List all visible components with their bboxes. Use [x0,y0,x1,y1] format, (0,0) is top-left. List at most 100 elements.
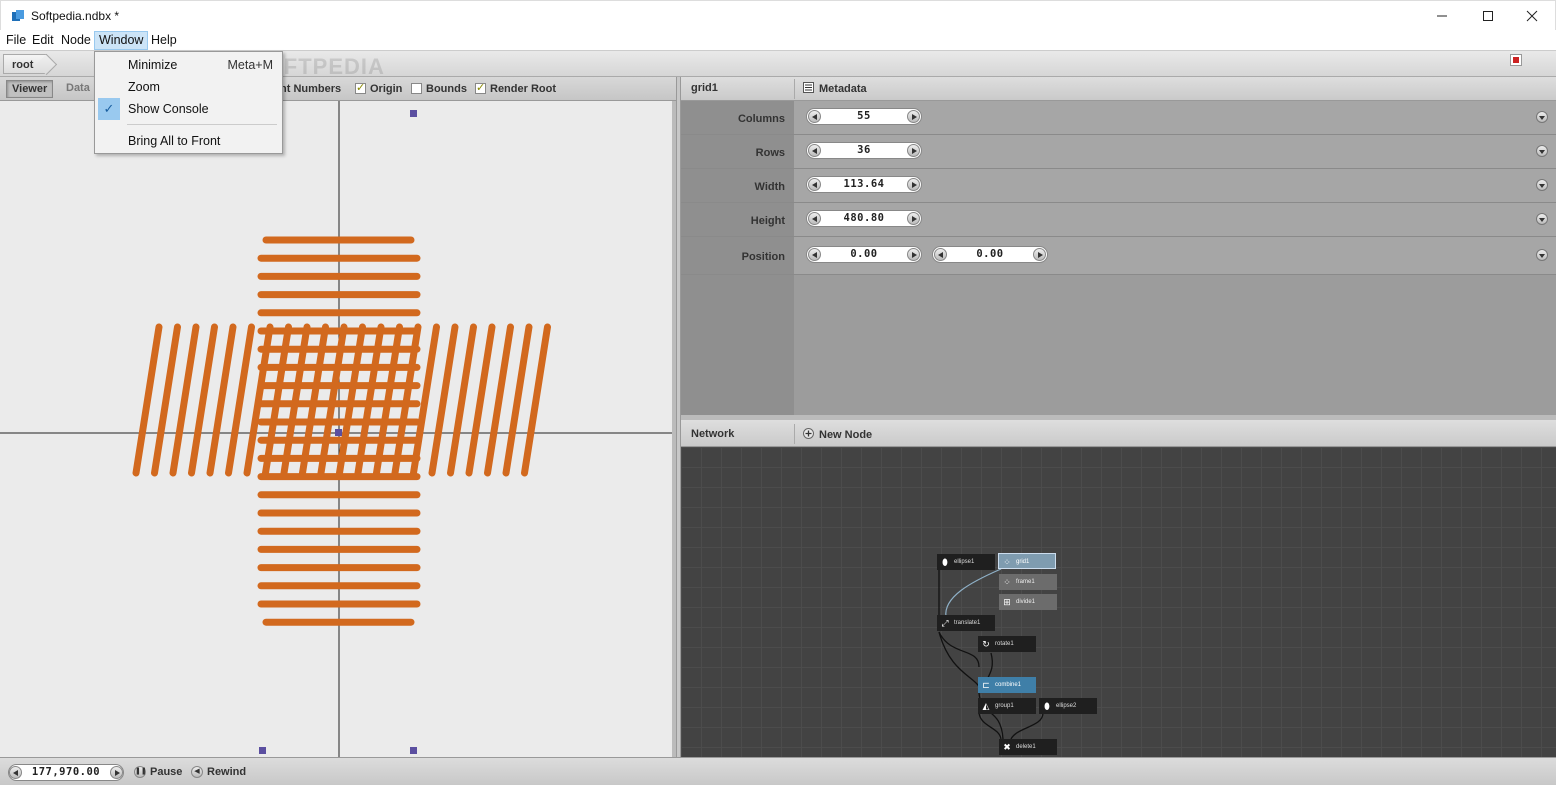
tab-data[interactable]: Data [61,80,95,98]
param-value-area: 55 [794,101,1556,134]
breadcrumb-root[interactable]: root [3,54,48,74]
bounds-handle[interactable] [259,747,266,754]
param-menu-button[interactable] [1536,145,1548,157]
param-value-area: 0.00 0.00 [794,237,1556,274]
menu-item-label: Minimize [128,58,178,72]
network-title: Network [691,428,735,440]
stepper-value[interactable]: 0.00 [949,248,1031,260]
network-node[interactable]: ⁘ frame1 [999,574,1057,590]
parameters-node-name: grid1 [691,82,718,94]
stop-render-button[interactable] [1510,54,1522,66]
node-label: delete1 [1016,744,1036,750]
network-node[interactable]: ⊞ divide1 [999,594,1057,610]
menu-help[interactable]: Help [147,31,181,50]
render-root-label: Render Root [490,83,556,95]
network-connections [938,568,1044,740]
param-menu-button[interactable] [1536,111,1548,123]
network-header: Network New Node [681,415,1556,447]
render-root-checkbox[interactable]: Render Root [475,81,556,96]
decrement-icon[interactable] [808,248,821,261]
menu-node[interactable]: Node [57,31,95,50]
increment-icon[interactable] [907,110,920,123]
tab-viewer[interactable]: Viewer [6,80,54,98]
ellipse-icon: ⬮ [1044,701,1050,711]
bounds-handle[interactable] [410,110,417,117]
viewer-drawing [0,101,672,757]
param-row-position: Position 0.00 0.00 [681,237,1556,275]
menu-item-show-console[interactable]: ✓ Show Console [96,98,281,120]
node-label: translate1 [954,620,981,626]
node-label: rotate1 [995,641,1014,647]
window-menu-dropdown: Minimize Meta+M Zoom ✓ Show Console Bring … [94,51,283,154]
network-node[interactable]: ↻ rotate1 [978,636,1036,652]
point-numbers-checkbox[interactable]: nt Numbers [280,82,341,96]
stepper-value[interactable]: 113.64 [823,178,905,190]
minimize-button[interactable] [1419,1,1465,31]
origin-handle[interactable] [335,429,342,436]
checkmark-icon: ✓ [98,98,120,120]
height-stepper[interactable]: 480.80 [806,210,922,227]
increment-icon[interactable] [1033,248,1046,261]
decrement-icon[interactable] [9,766,22,779]
network-node[interactable]: ⁘ grid1 [998,553,1056,569]
stepper-value[interactable]: 0.00 [823,248,905,260]
param-menu-button[interactable] [1536,249,1548,261]
checkbox-box [355,81,366,95]
menu-edit[interactable]: Edit [28,31,58,50]
bounds-handle[interactable] [410,747,417,754]
menu-window[interactable]: Window [94,31,149,50]
frame-stepper[interactable]: 177,970.00 [8,764,124,781]
decrement-icon[interactable] [808,144,821,157]
bounds-checkbox[interactable]: Bounds [411,82,467,96]
network-node[interactable]: ⬮ ellipse1 [937,554,995,570]
network-node[interactable]: ⤢ translate1 [937,615,995,631]
group-icon: ◭ [982,701,990,711]
checkbox-box [411,83,422,94]
menu-item-minimize[interactable]: Minimize Meta+M [96,54,281,76]
position-x-stepper[interactable]: 0.00 [806,246,922,263]
width-stepper[interactable]: 113.64 [806,176,922,193]
position-y-stepper[interactable]: 0.00 [932,246,1048,263]
decrement-icon[interactable] [808,178,821,191]
menu-bar: File Edit Node Window Help [0,30,1556,51]
close-button[interactable] [1509,1,1555,31]
menu-item-label: Show Console [128,102,209,116]
stepper-value[interactable]: 55 [823,110,905,122]
pause-button[interactable]: ❚❚ Pause [134,764,182,780]
metadata-button[interactable]: Metadata [803,82,867,95]
param-menu-button[interactable] [1536,213,1548,225]
param-label: Columns [737,113,785,125]
network-canvas[interactable]: ⬮ ellipse1 ⁘ grid1 ⁘ frame1 ⊞ divide1 ⤢ trans… [681,447,1556,757]
frame-value[interactable]: 177,970.00 [24,766,108,778]
param-menu-button[interactable] [1536,179,1548,191]
rewind-button[interactable]: ◀ Rewind [191,764,246,780]
maximize-button[interactable] [1465,1,1511,31]
menu-file[interactable]: File [2,31,30,50]
increment-icon[interactable] [907,248,920,261]
bounds-label: Bounds [426,83,467,95]
decrement-icon[interactable] [934,248,947,261]
network-node[interactable]: ✖ delete1 [999,739,1057,755]
increment-icon[interactable] [110,766,123,779]
network-node[interactable]: ◭ group1 [978,698,1036,714]
menu-item-bring-all-to-front[interactable]: Bring All to Front [96,130,281,152]
stepper-value[interactable]: 36 [823,144,905,156]
param-row-width: Width 113.64 [681,169,1556,203]
decrement-icon[interactable] [808,110,821,123]
increment-icon[interactable] [907,178,920,191]
origin-checkbox[interactable]: Origin [355,81,402,96]
increment-icon[interactable] [907,144,920,157]
new-node-button[interactable]: New Node [803,428,872,441]
point-numbers-label: nt Numbers [280,83,342,95]
increment-icon[interactable] [907,212,920,225]
node-label: grid1 [1016,559,1030,565]
decrement-icon[interactable] [808,212,821,225]
menu-item-zoom[interactable]: Zoom [96,76,281,98]
network-node[interactable]: ⬮ ellipse2 [1039,698,1097,714]
viewer-canvas[interactable] [0,101,676,757]
divider [794,424,795,444]
columns-stepper[interactable]: 55 [806,108,922,125]
network-node[interactable]: ⊏ combine1 [978,677,1036,693]
rows-stepper[interactable]: 36 [806,142,922,159]
stepper-value[interactable]: 480.80 [823,212,905,224]
